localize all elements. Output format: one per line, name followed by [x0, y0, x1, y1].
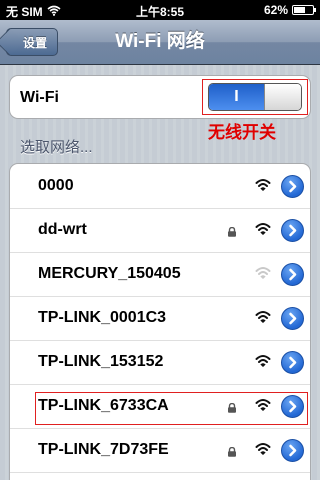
wifi-signal-icon	[255, 441, 271, 457]
wifi-signal-icon	[255, 177, 271, 193]
detail-disclosure-icon[interactable]	[281, 263, 304, 286]
navigation-bar: 设置 Wi-Fi 网络	[0, 20, 320, 65]
lock-icon	[227, 444, 237, 457]
detail-disclosure-icon[interactable]	[281, 439, 304, 462]
wifi-signal-icon	[255, 265, 271, 281]
annotation-text: 无线开关	[208, 123, 276, 142]
detail-disclosure-icon[interactable]	[281, 219, 304, 242]
network-row[interactable]: MERCURY_150405	[10, 252, 310, 297]
network-name: 0000	[38, 177, 74, 194]
detail-disclosure-icon[interactable]	[281, 307, 304, 330]
network-row[interactable]: TP-LINK_0001C3	[10, 296, 310, 341]
network-row[interactable]: TP-LINK_7D73FE	[10, 428, 310, 473]
battery-icon	[292, 5, 316, 15]
status-battery-group: 62%	[263, 3, 316, 17]
detail-disclosure-icon[interactable]	[281, 351, 304, 374]
network-row[interactable]: TP-LINK_153152	[10, 340, 310, 385]
network-row[interactable]: 0000	[10, 164, 310, 209]
lock-icon	[227, 224, 237, 237]
page-title: Wi-Fi 网络	[115, 31, 205, 52]
network-row[interactable]: dd-wrt	[10, 208, 310, 253]
selected-network-highlight	[35, 392, 308, 425]
toggle-highlight-box	[202, 79, 308, 115]
wifi-label: Wi-Fi	[20, 89, 59, 106]
status-bar: 无 SIM 上午8:55 62%	[0, 0, 320, 20]
detail-disclosure-icon[interactable]	[281, 175, 304, 198]
wifi-signal-icon	[255, 221, 271, 237]
wifi-signal-icon	[255, 309, 271, 325]
network-name: TP-LINK_0001C3	[38, 309, 167, 326]
network-name: TP-LINK_7D73FE	[38, 441, 169, 458]
battery-percent: 62%	[263, 3, 288, 17]
network-list: 0000 dd-wrt MERCURY_150405 TP-LINK_0001C3 TP…	[9, 163, 311, 480]
network-name: dd-wrt	[38, 221, 87, 238]
network-name: MERCURY_150405	[38, 265, 181, 282]
wifi-signal-icon	[255, 353, 271, 369]
section-header: 选取网络...	[20, 139, 93, 156]
network-name: TP-LINK_153152	[38, 353, 164, 370]
